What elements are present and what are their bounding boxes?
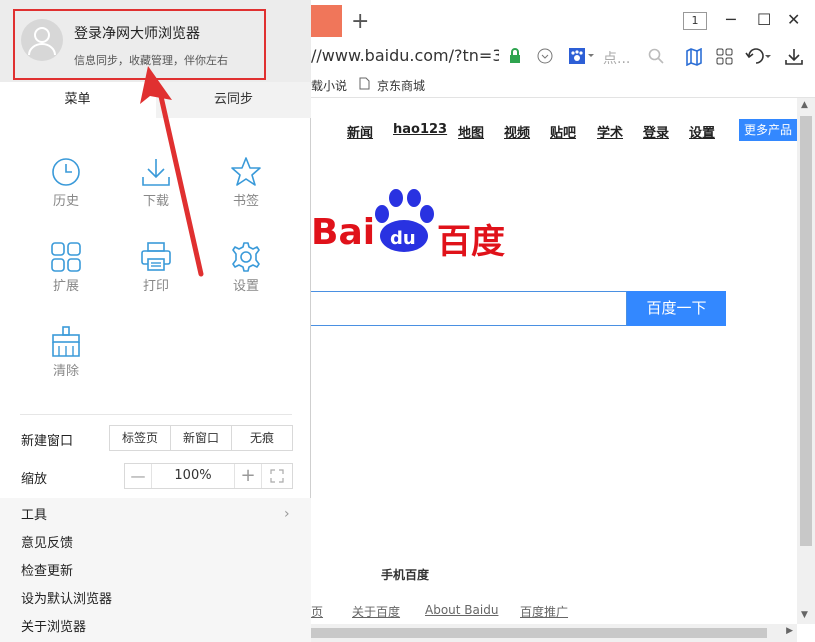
baidu-nav-link[interactable]: hao123 [393, 122, 447, 137]
star-icon [231, 157, 261, 186]
bookmarks-bar: 载小说 京东商城 [311, 72, 815, 98]
download-label: 下载 [142, 194, 169, 209]
menu-item-tools[interactable]: 工具 [21, 504, 47, 523]
bookmark-label: 书签 [232, 194, 259, 209]
address-bar[interactable]: //www.baidu.com/?tn=3 点... [311, 42, 815, 72]
print-label: 打印 [142, 279, 169, 294]
baidu-search-button[interactable]: 百度一下 [627, 291, 726, 326]
baidu-nav-link[interactable]: 设置 [689, 122, 715, 141]
tab-bar: + 1 ─ ☐ ✕ [311, 0, 815, 42]
menu-item-set-default[interactable]: 设为默认浏览器 [21, 588, 112, 607]
fullscreen-icon [270, 469, 284, 483]
zoom-out-button[interactable]: — [125, 464, 152, 488]
minimize-button[interactable]: ─ [726, 10, 736, 29]
download-icon [142, 159, 170, 186]
clear-button[interactable]: 清除 [31, 326, 101, 398]
tab-count-badge[interactable]: 1 [683, 12, 707, 30]
incognito-option[interactable]: 无痕 [231, 425, 293, 451]
new-window-option[interactable]: 新窗口 [170, 425, 232, 451]
horizontal-scrollbar[interactable]: ▶ [311, 624, 797, 642]
web-viewport [311, 98, 797, 624]
history-label: 历史 [52, 194, 79, 209]
print-button[interactable]: 打印 [121, 241, 191, 313]
menu-item-about[interactable]: 关于浏览器 [21, 616, 86, 635]
footer-link[interactable]: 关于百度 [352, 603, 400, 620]
chevron-down-icon[interactable] [537, 48, 553, 68]
printer-icon [141, 242, 171, 271]
mobile-baidu-link[interactable]: 手机百度 [381, 566, 429, 583]
history-button[interactable]: 历史 [31, 156, 101, 228]
settings-button[interactable]: 设置 [211, 241, 281, 313]
menu-item-feedback[interactable]: 意见反馈 [21, 532, 73, 551]
close-button[interactable]: ✕ [787, 10, 800, 29]
scrollbar-thumb[interactable] [800, 116, 812, 546]
gear-icon [232, 242, 260, 272]
new-window-label: 新建窗口 [21, 434, 74, 449]
chevron-right-icon: › [284, 506, 290, 522]
settings-label: 设置 [232, 279, 259, 294]
file-icon [359, 77, 370, 93]
panel-tabs: 菜单 云同步 [0, 82, 311, 118]
maximize-button[interactable]: ☐ [757, 10, 771, 29]
menu-item-check-update[interactable]: 检查更新 [21, 560, 73, 579]
new-tab-button[interactable]: + [351, 9, 369, 34]
extensions-icon [51, 242, 81, 272]
baidu-search-input[interactable] [311, 291, 627, 326]
baidu-nav-link[interactable]: 地图 [458, 122, 484, 141]
clear-label: 清除 [52, 364, 79, 379]
extensions-button[interactable]: 扩展 [31, 241, 101, 313]
baidu-logo-chinese: 百度 [437, 222, 505, 262]
baidu-nav-link[interactable]: 贴吧 [550, 122, 576, 141]
baidu-nav-link[interactable]: 学术 [597, 122, 623, 141]
scroll-right-icon[interactable]: ▶ [786, 626, 793, 636]
active-tab[interactable] [311, 5, 342, 37]
apps-icon[interactable] [716, 48, 733, 69]
vertical-scrollbar[interactable]: ▲ ▼ [797, 98, 815, 624]
baidu-nav-link[interactable]: 视频 [504, 122, 530, 141]
zoom-control: — 100% + [124, 463, 293, 489]
baidu-nav-link[interactable]: 登录 [643, 122, 669, 141]
baidu-nav-link[interactable]: 新闻 [347, 122, 373, 141]
map-icon[interactable] [685, 47, 703, 70]
bookmark-button[interactable]: 书签 [211, 156, 281, 228]
scroll-up-icon[interactable]: ▲ [801, 100, 808, 110]
zoom-label: 缩放 [21, 472, 48, 487]
tab-menu[interactable]: 菜单 [0, 82, 155, 118]
browser-menu-panel: 登录净网大师浏览器 信息同步，收藏管理，伴你左右 菜单 云同步 历史 下载 书签 [0, 0, 311, 642]
clock-icon [52, 158, 80, 186]
search-icon[interactable] [648, 48, 664, 68]
divider [20, 414, 292, 415]
fullscreen-button[interactable] [262, 464, 292, 488]
bookmark-item[interactable]: 京东商城 [377, 77, 425, 94]
new-tab-option[interactable]: 标签页 [109, 425, 171, 451]
tab-cloud-sync[interactable]: 云同步 [156, 82, 311, 118]
scrollbar-thumb[interactable] [311, 628, 767, 638]
footer-link[interactable]: About Baidu [425, 603, 498, 617]
baidu-logo-du: du [390, 228, 416, 249]
extensions-label: 扩展 [52, 279, 79, 294]
more-products-button[interactable]: 更多产品 [739, 119, 797, 141]
broom-icon [52, 326, 80, 357]
download-icon[interactable] [785, 48, 803, 70]
search-input[interactable]: 点... [603, 48, 630, 68]
lock-icon[interactable] [508, 48, 522, 68]
url-text[interactable]: //www.baidu.com/?tn=3 [311, 46, 499, 65]
zoom-value: 100% [174, 468, 212, 483]
footer-link[interactable]: 页 [311, 603, 323, 620]
baidu-logo-text: Bai [311, 212, 376, 253]
download-button[interactable]: 下载 [121, 156, 191, 228]
search-engine-icon[interactable] [569, 48, 595, 68]
bookmark-item[interactable]: 载小说 [311, 77, 347, 94]
zoom-in-button[interactable]: + [234, 464, 262, 488]
highlight-box [13, 9, 266, 80]
scroll-down-icon[interactable]: ▼ [801, 610, 808, 620]
footer-link[interactable]: 百度推广 [520, 603, 568, 620]
undo-icon[interactable] [745, 48, 773, 70]
